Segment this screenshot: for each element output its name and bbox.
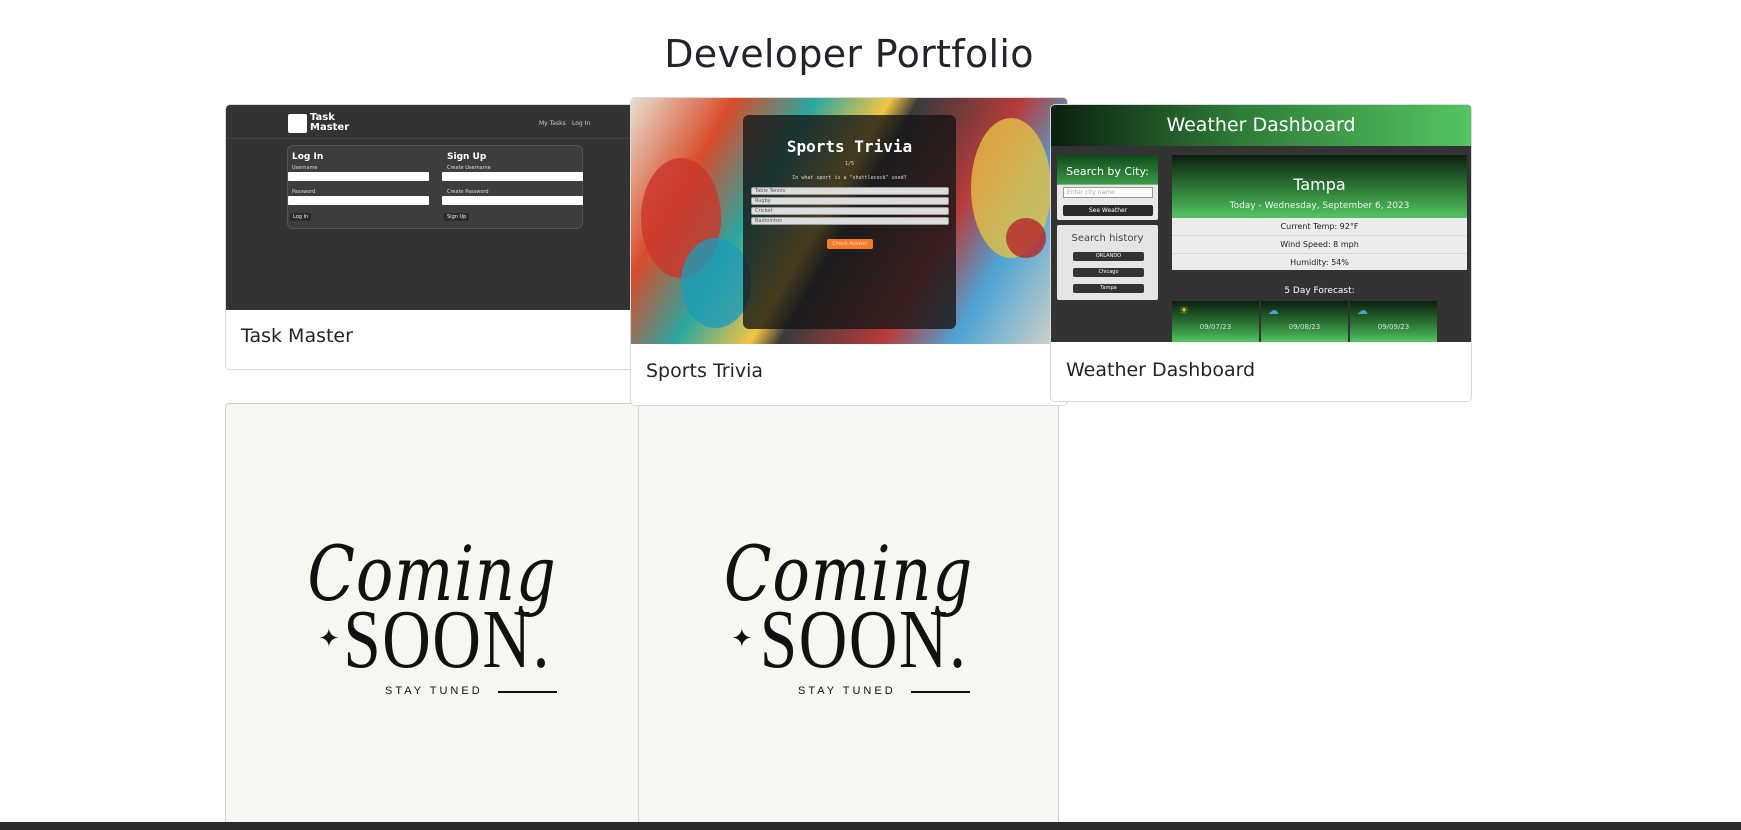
taskbar	[0, 822, 1741, 830]
sun-cloud-icon: ☁	[1357, 304, 1368, 317]
project-card-coming-soon[interactable]: Coming SOON. ✦ STAY TUNED	[225, 403, 639, 830]
project-thumbnail[interactable]: Task Master My Tasks Log In Log In Usern…	[226, 105, 634, 310]
thumb-history-panel: Search history ORLANDO Chicago Tampa	[1057, 225, 1158, 300]
trivia-modal: Sports Trivia 1/5 In what sport is a "sh…	[743, 115, 956, 329]
thumb-forecast-heading: 5 Day Forecast:	[1284, 286, 1355, 296]
thumb-search-heading: Search by City:	[1066, 165, 1149, 178]
thumb-history-item: ORLANDO	[1073, 252, 1144, 261]
sparkle-star-icon: ✦	[731, 624, 753, 654]
thumb-option: Cricket	[751, 207, 949, 215]
thumb-nav-link: Log In	[572, 120, 591, 127]
thumb-forecast-card: ☀ 09/07/23	[1172, 301, 1259, 342]
stay-tuned-text: STAY TUNED	[798, 685, 896, 697]
thumb-option: Table Tennis	[751, 187, 949, 195]
thumb-login-heading: Log In	[292, 152, 324, 162]
project-card-sports-trivia[interactable]: Sports Trivia 1/5 In what sport is a "sh…	[630, 97, 1068, 406]
thumb-header: Weather Dashboard	[1051, 105, 1471, 146]
project-thumbnail[interactable]: Sports Trivia 1/5 In what sport is a "sh…	[631, 98, 1067, 344]
thumb-label: Create Username	[447, 165, 491, 171]
project-title[interactable]: Sports Trivia	[646, 360, 763, 382]
thumb-history-item: Tampa	[1073, 284, 1144, 293]
thumb-current-weather: Tampa Today - Wednesday, September 6, 20…	[1172, 155, 1467, 270]
thumb-forecast-card: ☁ 09/09/23	[1350, 301, 1437, 342]
collage-shape	[1006, 218, 1046, 258]
thumb-signup-heading: Sign Up	[447, 152, 487, 162]
project-title[interactable]: Task Master	[241, 325, 353, 347]
thumb-input	[442, 172, 583, 181]
thumb-label: Password	[292, 189, 316, 195]
thumb-humidity: Humidity: 54%	[1290, 258, 1349, 267]
thumb-input	[442, 196, 583, 205]
thumb-input	[288, 172, 429, 181]
thumb-button: Sign Up	[444, 213, 470, 221]
project-title[interactable]: Weather Dashboard	[1066, 359, 1255, 381]
logo-icon	[288, 114, 307, 133]
thumb-temp: Current Temp: 92°F	[1172, 218, 1467, 236]
thumb-input	[288, 196, 429, 205]
thumb-auth-panel: Log In Username Password Log In Sign Up …	[287, 145, 583, 229]
thumb-submit-button: Check Answer	[827, 239, 873, 249]
divider-line	[498, 691, 557, 693]
thumb-forecast-card: ☁ 09/08/23	[1261, 301, 1348, 342]
thumb-history-heading: Search history	[1071, 233, 1144, 244]
thumb-search-input: Enter city name	[1063, 187, 1153, 198]
thumb-forecast-date: 09/08/23	[1288, 323, 1321, 331]
thumb-label: Username	[292, 165, 318, 171]
thumb-logo-text: Task Master	[310, 112, 350, 133]
project-card-coming-soon[interactable]: Coming SOON. ✦ STAY TUNED	[638, 403, 1059, 830]
page-title: Developer Portfolio	[664, 32, 1034, 76]
thumb-forecast-date: 09/09/23	[1377, 323, 1410, 331]
thumb-forecast-date: 09/07/23	[1199, 323, 1232, 331]
soon-text: SOON.	[343, 593, 552, 686]
thumb-history-item: Chicago	[1073, 268, 1144, 277]
thumb-city-banner: Tampa Today - Wednesday, September 6, 20…	[1172, 155, 1467, 218]
project-card-task-master[interactable]: Task Master My Tasks Log In Log In Usern…	[225, 104, 635, 370]
divider-line	[911, 691, 970, 693]
stay-tuned-text: STAY TUNED	[385, 685, 483, 697]
sparkle-star-icon: ✦	[318, 624, 340, 654]
thumb-question: In what sport is a "shuttlecock" used?	[792, 175, 907, 181]
thumb-city: Tampa	[1293, 175, 1346, 194]
thumb-option: Rugby	[751, 197, 949, 205]
thumb-nav-link: My Tasks	[539, 120, 566, 127]
project-card-weather-dashboard[interactable]: Weather Dashboard Search by City: Enter …	[1050, 104, 1472, 402]
collage-shape	[681, 238, 751, 328]
thumb-date: Today - Wednesday, September 6, 2023	[1229, 201, 1410, 211]
project-thumbnail[interactable]: Weather Dashboard Search by City: Enter …	[1051, 105, 1471, 342]
thumb-search-panel: Search by City: Enter city name See Weat…	[1057, 155, 1158, 220]
thumb-wind: Wind Speed: 8 mph	[1172, 236, 1467, 254]
thumb-label: Create Password	[447, 189, 489, 195]
thumb-counter: 1/5	[844, 161, 855, 167]
thumb-navbar: Task Master My Tasks Log In	[226, 105, 634, 139]
sun-cloud-icon: ☀	[1179, 304, 1189, 317]
sun-cloud-icon: ☁	[1268, 304, 1279, 317]
thumb-option: Badminton	[751, 217, 949, 225]
thumb-search-button: See Weather	[1063, 205, 1153, 216]
thumb-heading: Sports Trivia	[786, 137, 913, 156]
thumb-button: Log In	[290, 213, 312, 221]
